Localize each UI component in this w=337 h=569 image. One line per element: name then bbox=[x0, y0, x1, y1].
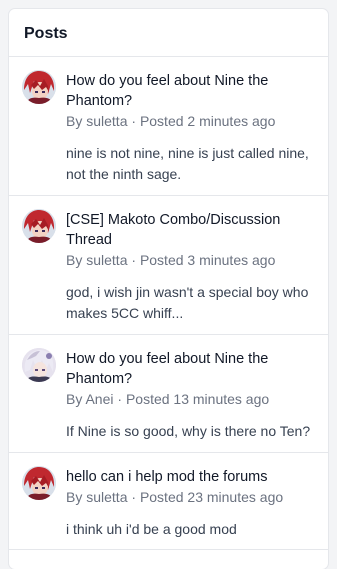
post-title[interactable]: How do you feel about Nine the Phantom? bbox=[66, 349, 314, 389]
post-excerpt: god, i wish jin wasn't a special boy who… bbox=[66, 284, 309, 321]
post-excerpt: i think uh i'd be a good mod bbox=[66, 521, 237, 537]
post-time: Posted 13 minutes ago bbox=[125, 391, 270, 407]
post-meta: By suletta · Posted 3 minutes ago bbox=[66, 250, 314, 270]
meta-separator: · bbox=[131, 489, 137, 505]
by-label: By bbox=[66, 252, 83, 268]
white-haired-character-avatar-icon[interactable] bbox=[22, 348, 56, 382]
post-meta: By suletta · Posted 2 minutes ago bbox=[66, 111, 314, 131]
red-haired-character-avatar-icon[interactable] bbox=[22, 466, 56, 500]
by-label: By bbox=[66, 113, 83, 129]
panel-header: Posts bbox=[9, 9, 328, 57]
post-meta: By Anei · Posted 13 minutes ago bbox=[66, 389, 314, 409]
meta-separator: · bbox=[131, 252, 137, 268]
author-link[interactable]: Anei bbox=[85, 391, 113, 407]
post-item[interactable]: hello can i help mod the forums By sulet… bbox=[9, 453, 328, 550]
post-title[interactable]: How do you feel about Nine the Phantom? bbox=[66, 71, 314, 111]
post-title[interactable]: hello can i help mod the forums bbox=[66, 467, 314, 487]
meta-separator: · bbox=[131, 113, 137, 129]
post-excerpt: nine is not nine, nine is just called ni… bbox=[66, 145, 309, 182]
post-item[interactable]: [CSE] Makoto Combo/Discussion Thread By … bbox=[9, 196, 328, 335]
post-meta: By suletta · Posted 23 minutes ago bbox=[66, 487, 314, 507]
post-time: Posted 3 minutes ago bbox=[139, 252, 276, 268]
post-title[interactable]: [CSE] Makoto Combo/Discussion Thread bbox=[66, 210, 314, 250]
post-excerpt: If Nine is so good, why is there no Ten? bbox=[66, 423, 311, 439]
author-link[interactable]: suletta bbox=[86, 113, 127, 129]
panel-title: Posts bbox=[24, 25, 68, 42]
meta-separator: · bbox=[117, 391, 123, 407]
post-item[interactable]: How do you feel about Nine the Phantom? … bbox=[9, 57, 328, 196]
by-label: By bbox=[66, 391, 83, 407]
by-label: By bbox=[66, 489, 83, 505]
author-link[interactable]: suletta bbox=[86, 489, 127, 505]
red-haired-character-avatar-icon[interactable] bbox=[22, 209, 56, 243]
post-item[interactable]: How do you feel about Nine the Phantom? … bbox=[9, 335, 328, 453]
post-time: Posted 2 minutes ago bbox=[139, 113, 276, 129]
red-haired-character-avatar-icon[interactable] bbox=[22, 70, 56, 104]
posts-panel: Posts How do you feel about Nine the Pha… bbox=[9, 9, 328, 569]
post-time: Posted 23 minutes ago bbox=[139, 489, 284, 505]
author-link[interactable]: suletta bbox=[86, 252, 127, 268]
